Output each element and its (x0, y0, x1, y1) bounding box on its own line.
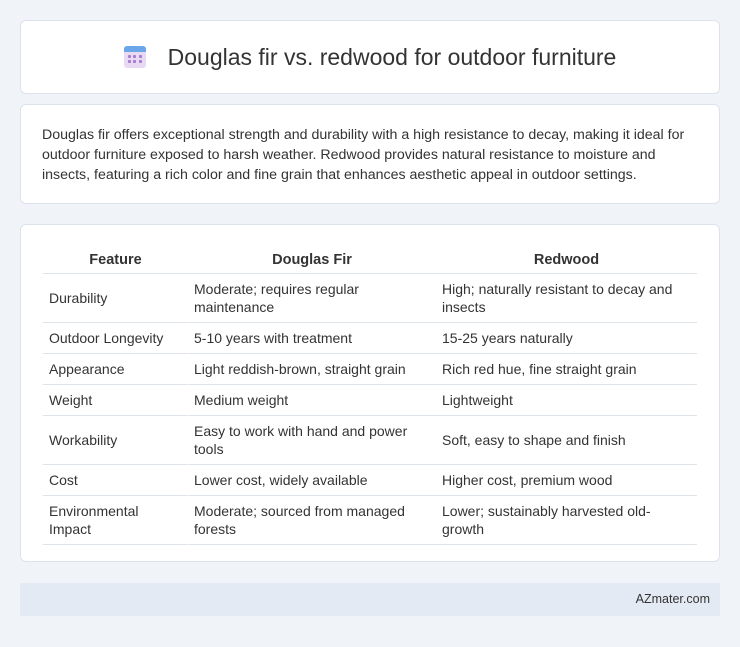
douglas-fir-cell: Medium weight (188, 385, 436, 416)
feature-cell: Cost (43, 465, 188, 496)
summary-card: Douglas fir offers exceptional strength … (20, 104, 720, 204)
column-header-redwood: Redwood (436, 243, 697, 274)
comparison-card: Feature Douglas Fir Redwood Durability M… (20, 224, 720, 562)
douglas-fir-cell: Easy to work with hand and power tools (188, 416, 436, 465)
redwood-cell: Higher cost, premium wood (436, 465, 697, 496)
douglas-fir-cell: Lower cost, widely available (188, 465, 436, 496)
column-header-feature: Feature (43, 243, 188, 274)
table-row: Workability Easy to work with hand and p… (43, 416, 697, 465)
redwood-cell: Rich red hue, fine straight grain (436, 354, 697, 385)
table-row: Outdoor Longevity 5-10 years with treatm… (43, 323, 697, 354)
redwood-cell: Soft, easy to shape and finish (436, 416, 697, 465)
douglas-fir-cell: Light reddish-brown, straight grain (188, 354, 436, 385)
table-row: Weight Medium weight Lightweight (43, 385, 697, 416)
footer-site-link[interactable]: AZmater.com (636, 592, 710, 606)
table-header-row: Feature Douglas Fir Redwood (43, 243, 697, 274)
table-row: Durability Moderate; requires regular ma… (43, 274, 697, 323)
douglas-fir-cell: 5-10 years with treatment (188, 323, 436, 354)
footer-bar: AZmater.com (20, 583, 720, 616)
redwood-cell: Lower; sustainably harvested old-growth (436, 496, 697, 545)
feature-cell: Weight (43, 385, 188, 416)
douglas-fir-cell: Moderate; requires regular maintenance (188, 274, 436, 323)
comparison-table: Feature Douglas Fir Redwood Durability M… (43, 243, 697, 545)
table-row: Cost Lower cost, widely available Higher… (43, 465, 697, 496)
feature-cell: Appearance (43, 354, 188, 385)
page-title: Douglas fir vs. redwood for outdoor furn… (167, 43, 617, 70)
redwood-cell: Lightweight (436, 385, 697, 416)
redwood-cell: 15-25 years naturally (436, 323, 697, 354)
summary-text: Douglas fir offers exceptional strength … (42, 127, 685, 183)
table-row: Appearance Light reddish-brown, straight… (43, 354, 697, 385)
feature-cell: Workability (43, 416, 188, 465)
page-header: Douglas fir vs. redwood for outdoor furn… (20, 20, 720, 94)
feature-cell: Environmental Impact (43, 496, 188, 545)
table-row: Environmental Impact Moderate; sourced f… (43, 496, 697, 545)
calendar-icon (123, 46, 146, 68)
douglas-fir-cell: Moderate; sourced from managed forests (188, 496, 436, 545)
feature-cell: Durability (43, 274, 188, 323)
column-header-douglas-fir: Douglas Fir (188, 243, 436, 274)
redwood-cell: High; naturally resistant to decay and i… (436, 274, 697, 323)
feature-cell: Outdoor Longevity (43, 323, 188, 354)
